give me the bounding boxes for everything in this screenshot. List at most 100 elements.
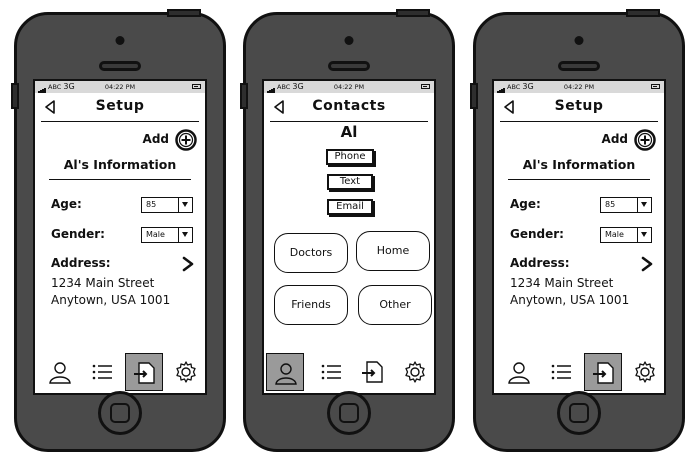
title-bar: Setup [41, 93, 199, 122]
gender-label: Gender: [510, 227, 564, 241]
tab-bar [494, 351, 664, 393]
gender-value: Male [146, 230, 165, 239]
email-button[interactable]: Email [327, 199, 373, 215]
home-button[interactable] [557, 391, 601, 435]
phone-setup-right: ABC 3G 04:22 PM Setup Add Al's Informati… [470, 9, 685, 452]
tab-settings[interactable] [396, 353, 434, 391]
list-icon [92, 364, 112, 380]
tab-bar [35, 351, 205, 393]
add-label: Add [601, 132, 628, 146]
status-time: 04:22 PM [333, 83, 365, 91]
speaker-grille [99, 61, 141, 71]
tab-bar [264, 351, 434, 393]
home-button[interactable] [327, 391, 371, 435]
power-button [167, 9, 201, 17]
title-bar: Setup [500, 93, 658, 122]
group-friends-button[interactable]: Friends [274, 285, 348, 325]
tab-import[interactable] [354, 353, 392, 391]
screen: ABC 3G 04:22 PM Setup Add Al's Informati… [33, 79, 207, 395]
title-bar: Contacts [270, 93, 428, 122]
camera [115, 36, 125, 45]
text-button[interactable]: Text [327, 174, 373, 190]
volume-button [240, 83, 248, 109]
add-label: Add [142, 132, 169, 146]
add-circle-icon[interactable] [175, 129, 197, 151]
add-row[interactable]: Add [137, 129, 197, 151]
age-label: Age: [510, 197, 541, 211]
screen: ABC 3G 04:22 PM Setup Add Al's Informati… [492, 79, 666, 395]
tab-import[interactable] [125, 353, 163, 391]
page-title: Contacts [312, 98, 386, 114]
import-icon [362, 361, 383, 383]
chevron-down-icon[interactable] [178, 198, 192, 212]
gender-select[interactable]: Male [600, 227, 652, 243]
tab-contacts[interactable] [41, 353, 79, 391]
status-bar: ABC 3G 04:22 PM [264, 81, 434, 93]
power-button [396, 9, 430, 17]
tab-list[interactable] [83, 353, 121, 391]
tab-settings[interactable] [167, 353, 205, 391]
chevron-right-icon[interactable] [640, 256, 654, 272]
chevron-down-icon[interactable] [178, 228, 192, 242]
age-value: 85 [605, 200, 616, 209]
tab-settings[interactable] [626, 353, 664, 391]
address-label: Address: [51, 256, 111, 270]
speaker-grille [558, 61, 600, 71]
gender-value: Male [605, 230, 624, 239]
chevron-down-icon[interactable] [637, 228, 651, 242]
battery-icon [421, 84, 430, 89]
group-other-button[interactable]: Other [358, 285, 432, 325]
import-icon [593, 362, 614, 384]
age-select[interactable]: 85 [141, 197, 193, 213]
user-icon [275, 363, 297, 385]
address-line-2: Anytown, USA 1001 [51, 293, 171, 307]
address-line-1: 1234 Main Street [51, 276, 155, 290]
group-doctors-button[interactable]: Doctors [274, 233, 348, 273]
camera [344, 36, 354, 45]
home-button[interactable] [98, 391, 142, 435]
tab-list[interactable] [542, 353, 580, 391]
list-icon [551, 364, 571, 380]
section-title: Al's Information [49, 157, 191, 180]
tab-contacts[interactable] [266, 353, 304, 391]
phone-setup-left: ABC 3G 04:22 PM Setup Add Al's Informati… [11, 9, 226, 452]
battery-icon [651, 84, 660, 89]
tab-list[interactable] [312, 353, 350, 391]
volume-button [470, 83, 478, 109]
address-line-2: Anytown, USA 1001 [510, 293, 630, 307]
section-title: Al's Information [508, 157, 650, 180]
power-button [626, 9, 660, 17]
group-home-button[interactable]: Home [356, 231, 430, 271]
list-icon [321, 364, 341, 380]
address-label: Address: [510, 256, 570, 270]
address-line-1: 1234 Main Street [510, 276, 614, 290]
chevron-right-icon[interactable] [181, 256, 195, 272]
chevron-down-icon[interactable] [637, 198, 651, 212]
phone-button[interactable]: Phone [326, 149, 374, 165]
page-title: Setup [95, 98, 145, 114]
user-icon [508, 362, 530, 384]
age-select[interactable]: 85 [600, 197, 652, 213]
gear-icon [635, 361, 655, 383]
contact-name: Al [340, 123, 358, 141]
screen: ABC 3G 04:22 PM Contacts Al Phone Text E… [262, 79, 436, 395]
add-row[interactable]: Add [596, 129, 656, 151]
import-icon [134, 362, 155, 384]
tab-import[interactable] [584, 353, 622, 391]
age-label: Age: [51, 197, 82, 211]
gender-select[interactable]: Male [141, 227, 193, 243]
gender-label: Gender: [51, 227, 105, 241]
speaker-grille [328, 61, 370, 71]
gear-icon [405, 361, 425, 383]
battery-icon [192, 84, 201, 89]
add-circle-icon[interactable] [634, 129, 656, 151]
status-bar: ABC 3G 04:22 PM [35, 81, 205, 93]
gear-icon [176, 361, 196, 383]
user-icon [49, 362, 71, 384]
tab-contacts[interactable] [500, 353, 538, 391]
volume-button [11, 83, 19, 109]
status-time: 04:22 PM [563, 83, 595, 91]
camera [574, 36, 584, 45]
status-time: 04:22 PM [104, 83, 136, 91]
age-value: 85 [146, 200, 157, 209]
